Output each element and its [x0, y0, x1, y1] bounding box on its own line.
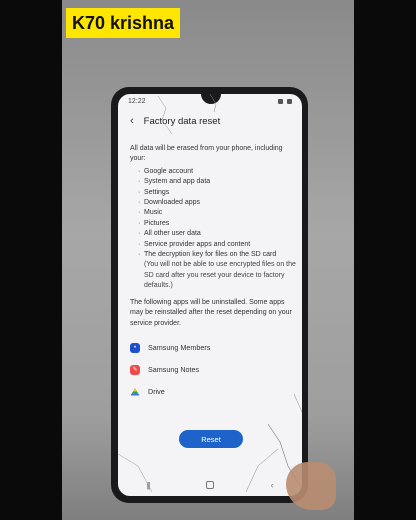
signal-icon	[278, 98, 283, 104]
erased-items-list: Google account System and app data Setti…	[130, 167, 296, 261]
list-item: System and app data	[138, 177, 296, 188]
phone-screen: 12:22 ‹ Factory data reset All data will…	[118, 94, 302, 496]
samsung-notes-icon: ✎	[130, 364, 140, 375]
back-icon[interactable]: ‹	[271, 480, 274, 490]
app-row-samsung-members: • Samsung Members	[130, 337, 296, 359]
google-drive-icon	[130, 387, 140, 397]
home-icon[interactable]	[206, 481, 215, 489]
intro-text: All data will be erased from your phone,…	[130, 145, 283, 163]
status-time: 12:22	[128, 97, 146, 105]
list-item: Settings	[138, 188, 296, 199]
finger	[286, 462, 336, 510]
status-icons	[278, 98, 292, 104]
app-label: Drive	[148, 386, 165, 396]
samsung-members-icon: •	[130, 342, 140, 353]
video-caption: K70 krishna	[66, 8, 180, 38]
app-row-samsung-notes: ✎ Samsung Notes	[130, 359, 296, 381]
list-item: Music	[138, 208, 296, 219]
reset-button[interactable]: Reset	[179, 430, 243, 448]
list-item: All other user data	[138, 229, 296, 240]
battery-icon	[287, 98, 292, 104]
app-row-drive: Drive	[130, 381, 296, 403]
back-arrow-icon[interactable]: ‹	[130, 115, 134, 127]
reset-details: All data will be erased from your phone,…	[130, 144, 296, 403]
apps-uninstall-note: The following apps will be uninstalled. …	[130, 298, 292, 327]
list-item: Service provider apps and content	[138, 240, 296, 251]
app-label: Samsung Notes	[148, 364, 200, 374]
list-item: The decryption key for files on the SD c…	[138, 250, 296, 261]
list-item: Google account	[138, 167, 296, 178]
status-bar: 12:22	[118, 94, 302, 108]
screen-header: ‹ Factory data reset	[118, 110, 302, 132]
list-item: Pictures	[138, 219, 296, 230]
sd-card-note: (You will not be able to use encrypted f…	[144, 261, 296, 290]
list-item: Downloaded apps	[138, 198, 296, 209]
recents-icon[interactable]: |||	[146, 481, 150, 490]
page-title: Factory data reset	[143, 115, 221, 127]
navigation-bar: ||| ‹	[118, 474, 302, 496]
app-label: Samsung Members	[148, 342, 211, 352]
